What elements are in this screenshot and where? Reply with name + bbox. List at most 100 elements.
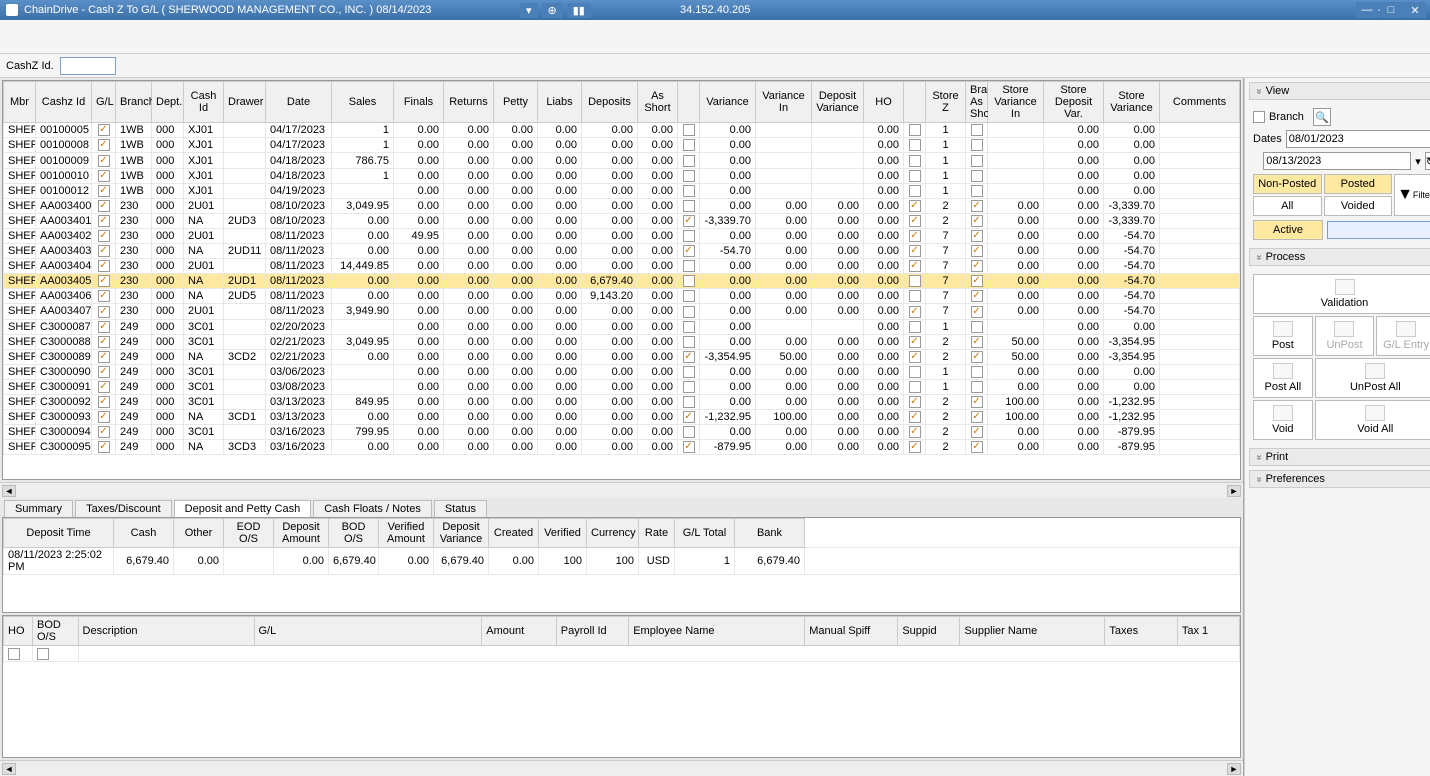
checkbox[interactable] (98, 441, 110, 453)
posted-toggle[interactable]: Posted (1324, 174, 1393, 194)
checkbox[interactable] (98, 275, 110, 287)
table-row[interactable]: SHER001000101WB000XJ0104/18/202310.000.0… (4, 168, 1240, 183)
checkbox[interactable] (909, 215, 921, 227)
signal-icon[interactable]: ▮▮ (567, 3, 591, 18)
bod-checkbox[interactable] (37, 648, 49, 660)
scroll-left-icon[interactable]: ◄ (2, 763, 16, 775)
checkbox[interactable] (683, 411, 695, 423)
checkbox[interactable] (909, 245, 921, 257)
table-row[interactable]: SHERAA003401230000NA2UD308/10/20230.000.… (4, 213, 1240, 228)
checkbox[interactable] (683, 275, 695, 287)
checkbox[interactable] (909, 124, 921, 136)
table-row[interactable]: SHERAA0034072300002U0108/11/20233,949.90… (4, 304, 1240, 319)
checkbox[interactable] (971, 170, 983, 182)
table-row[interactable]: SHERAA003403230000NA2UD1108/11/20230.000… (4, 244, 1240, 259)
checkbox[interactable] (98, 230, 110, 242)
detail-col-header[interactable]: Created (489, 519, 539, 548)
checkbox[interactable] (971, 260, 983, 272)
checkbox[interactable] (98, 124, 110, 136)
bottom-col-header[interactable]: Supplier Name (960, 617, 1105, 646)
detail-col-header[interactable]: Bank (735, 519, 805, 548)
checkbox[interactable] (971, 426, 983, 438)
minimize-icon[interactable]: — (1356, 2, 1378, 18)
checkbox[interactable] (909, 306, 921, 318)
checkbox[interactable] (683, 170, 695, 182)
post-button[interactable]: Post (1253, 316, 1313, 356)
checkbox[interactable] (971, 290, 983, 302)
checkbox[interactable] (971, 321, 983, 333)
bottom-col-header[interactable]: Suppid (898, 617, 960, 646)
checkbox[interactable] (683, 366, 695, 378)
checkbox[interactable] (971, 306, 983, 318)
checkbox[interactable] (909, 260, 921, 272)
close-icon[interactable]: ✕ (1404, 2, 1426, 18)
col-header[interactable]: Dept. (152, 82, 184, 123)
col-header[interactable]: Variance (700, 82, 756, 123)
checkbox[interactable] (909, 381, 921, 393)
checkbox[interactable] (683, 230, 695, 242)
table-row[interactable]: SHERC3000089249000NA3CD202/21/20230.000.… (4, 349, 1240, 364)
table-row[interactable]: SHER001000081WB000XJ0104/17/202310.000.0… (4, 138, 1240, 153)
checkbox[interactable] (909, 336, 921, 348)
col-header[interactable]: Cashz Id (36, 82, 92, 123)
table-row[interactable]: SHERC30000912490003C0103/08/20230.000.00… (4, 379, 1240, 394)
tab-deposit-and-petty-cash[interactable]: Deposit and Petty Cash (174, 500, 312, 517)
tab-status[interactable]: Status (434, 500, 487, 517)
checkbox[interactable] (909, 200, 921, 212)
col-header[interactable]: Returns (444, 82, 494, 123)
checkbox[interactable] (683, 321, 695, 333)
checkbox[interactable] (909, 275, 921, 287)
nonposted-toggle[interactable]: Non-Posted (1253, 174, 1322, 194)
checkbox[interactable] (909, 396, 921, 408)
checkbox[interactable] (971, 336, 983, 348)
bottom-col-header[interactable]: HO (4, 617, 33, 646)
checkbox[interactable] (98, 170, 110, 182)
branch-checkbox[interactable] (1253, 111, 1265, 123)
checkbox[interactable] (683, 200, 695, 212)
checkbox[interactable] (971, 351, 983, 363)
filter-icon[interactable]: ▼Filter (1394, 174, 1430, 216)
col-header[interactable]: Deposit Variance (812, 82, 864, 123)
bottom-col-header[interactable]: Tax 1 (1177, 617, 1239, 646)
checkbox[interactable] (683, 396, 695, 408)
checkbox[interactable] (909, 366, 921, 378)
checkbox[interactable] (971, 155, 983, 167)
checkbox[interactable] (98, 351, 110, 363)
checkbox[interactable] (98, 411, 110, 423)
table-row[interactable]: SHERC30000872490003C0102/20/20230.000.00… (4, 319, 1240, 334)
col-header[interactable]: Liabs (538, 82, 582, 123)
gl-entry-button[interactable]: G/L Entry (1376, 316, 1430, 356)
checkbox[interactable] (98, 381, 110, 393)
table-row[interactable]: SHER001000051WB000XJ0104/17/202310.000.0… (4, 123, 1240, 138)
col-header[interactable] (904, 82, 926, 123)
voided-toggle[interactable]: Voided (1324, 196, 1393, 216)
bottom-col-header[interactable]: G/L (254, 617, 482, 646)
process-panel-header[interactable]: Process (1249, 248, 1430, 266)
bottom-col-header[interactable]: Payroll Id (556, 617, 628, 646)
col-header[interactable]: Petty (494, 82, 538, 123)
scroll-right-icon[interactable]: ► (1227, 485, 1241, 497)
detail-col-header[interactable]: Cash (114, 519, 174, 548)
col-header[interactable]: Branch As Short (966, 82, 988, 123)
detail-col-header[interactable]: BOD O/S (329, 519, 379, 548)
table-row[interactable]: SHER001000091WB000XJ0104/18/2023786.750.… (4, 153, 1240, 168)
checkbox[interactable] (971, 139, 983, 151)
checkbox[interactable] (98, 396, 110, 408)
detail-col-header[interactable]: Currency (587, 519, 639, 548)
checkbox[interactable] (98, 366, 110, 378)
table-row[interactable]: SHERC3000095249000NA3CD303/16/20230.000.… (4, 440, 1240, 455)
bottom-col-header[interactable]: Taxes (1105, 617, 1177, 646)
checkbox[interactable] (98, 260, 110, 272)
bottom-col-header[interactable]: Employee Name (629, 617, 805, 646)
checkbox[interactable] (909, 155, 921, 167)
checkbox[interactable] (971, 230, 983, 242)
scroll-right-icon[interactable]: ► (1227, 763, 1241, 775)
checkbox[interactable] (98, 306, 110, 318)
checkbox[interactable] (683, 351, 695, 363)
tab-summary[interactable]: Summary (4, 500, 73, 517)
detail-col-header[interactable]: Rate (639, 519, 675, 548)
dropdown-icon[interactable]: ▾ (1415, 155, 1421, 168)
checkbox[interactable] (683, 245, 695, 257)
table-row[interactable]: SHERAA0034022300002U0108/11/20230.0049.9… (4, 228, 1240, 243)
checkbox[interactable] (971, 185, 983, 197)
